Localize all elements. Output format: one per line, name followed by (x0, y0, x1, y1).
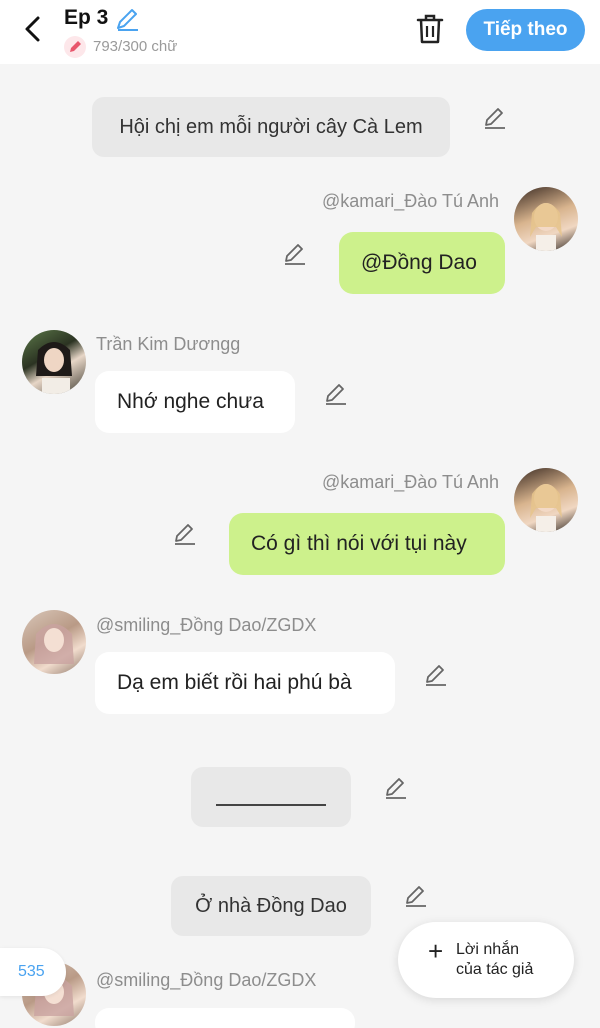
message-bubble[interactable]: Dạ em biết rồi hai phú bà (95, 652, 395, 714)
message-bubble[interactable] (95, 1008, 355, 1028)
next-button[interactable]: Tiếp theo (466, 9, 585, 51)
word-count: 793/300 chữ (93, 38, 178, 55)
pencil-icon[interactable] (383, 775, 409, 801)
narration-message[interactable]: Hội chị em mỗi người cây Cà Lem (92, 97, 450, 157)
pencil-icon[interactable] (482, 105, 508, 131)
pencil-icon[interactable] (282, 241, 308, 267)
chevron-left-icon[interactable] (18, 14, 48, 44)
sender-name: @smiling_Đồng Dao/ZGDX (96, 615, 317, 635)
avatar[interactable] (22, 330, 86, 394)
narration-message[interactable] (191, 767, 351, 827)
pencil-icon[interactable] (423, 662, 449, 688)
counter-badge[interactable]: 535 (0, 948, 66, 996)
sender-name: @smiling_Đồng Dao/ZGDX (96, 970, 317, 990)
author-note-button[interactable]: + Lời nhắn của tác giả (398, 922, 574, 998)
avatar[interactable] (22, 610, 86, 674)
sender-name: @kamari_Đào Tú Anh (322, 472, 500, 492)
sender-name: @kamari_Đào Tú Anh (322, 191, 500, 211)
pencil-icon[interactable] (172, 521, 198, 547)
avatar[interactable] (514, 187, 578, 251)
plus-icon: + (428, 936, 444, 966)
author-note-line2: của tác giả (456, 961, 534, 978)
blank-line (216, 804, 326, 806)
episode-title: Ep 3 (64, 6, 109, 29)
message-bubble[interactable]: @Đồng Dao (339, 232, 505, 294)
pencil-icon[interactable] (114, 6, 140, 32)
message-bubble[interactable]: Có gì thì nói với tụi này (229, 513, 505, 575)
narration-message[interactable]: Ở nhà Đồng Dao (171, 876, 371, 936)
avatar[interactable] (514, 468, 578, 532)
pencil-icon[interactable] (403, 883, 429, 909)
message-bubble[interactable]: Nhớ nghe chưa (95, 371, 295, 433)
sender-name: Trần Kim Dươngg (96, 334, 241, 354)
trash-icon[interactable] (414, 12, 446, 46)
pencil-icon[interactable] (323, 381, 349, 407)
author-note-label: Lời nhắn của tác giả (456, 940, 533, 980)
word-count-icon (64, 36, 86, 58)
author-note-line1: Lời nhắn (456, 941, 519, 958)
top-bar: Ep 3 793/300 chữ Tiếp theo (0, 0, 600, 64)
